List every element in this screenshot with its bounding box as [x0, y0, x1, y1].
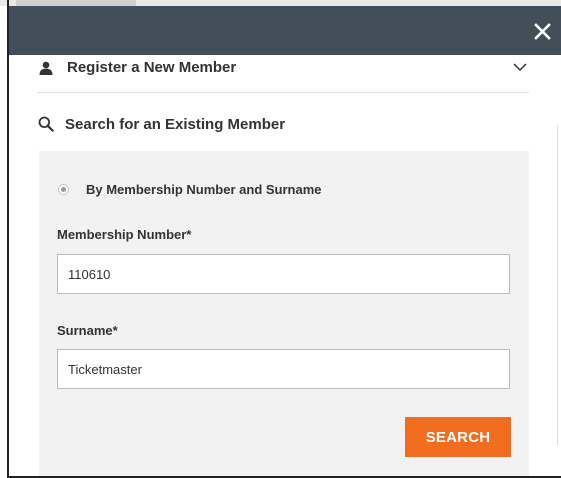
search-icon	[38, 116, 54, 132]
search-existing-member-label: Search for an Existing Member	[65, 115, 286, 133]
register-member-label: Register a New Member	[67, 59, 237, 76]
surname-label: Surname*	[57, 323, 118, 338]
close-button[interactable]	[527, 14, 557, 48]
modal-header	[9, 6, 561, 55]
radio-selected-dot	[61, 187, 66, 192]
surname-input[interactable]	[57, 349, 510, 389]
search-button[interactable]: SEARCH	[405, 417, 511, 457]
close-icon	[533, 22, 551, 40]
user-icon	[39, 61, 53, 75]
register-member-row[interactable]: Register a New Member	[37, 55, 529, 93]
chevron-down-icon[interactable]	[513, 62, 527, 72]
membership-surname-option-label: By Membership Number and Surname	[86, 182, 322, 197]
membership-number-label: Membership Number*	[57, 227, 192, 242]
search-form-panel: By Membership Number and Surname Members…	[39, 151, 529, 476]
modal-body: Register a New Member Search for an Exis…	[9, 55, 561, 476]
search-existing-member-row[interactable]: Search for an Existing Member	[37, 110, 529, 138]
membership-surname-option[interactable]: By Membership Number and Surname	[58, 182, 322, 197]
member-modal: Register a New Member Search for an Exis…	[9, 6, 561, 476]
membership-surname-radio[interactable]	[58, 184, 69, 195]
scroll-track	[557, 125, 558, 445]
membership-number-input[interactable]	[57, 254, 510, 294]
